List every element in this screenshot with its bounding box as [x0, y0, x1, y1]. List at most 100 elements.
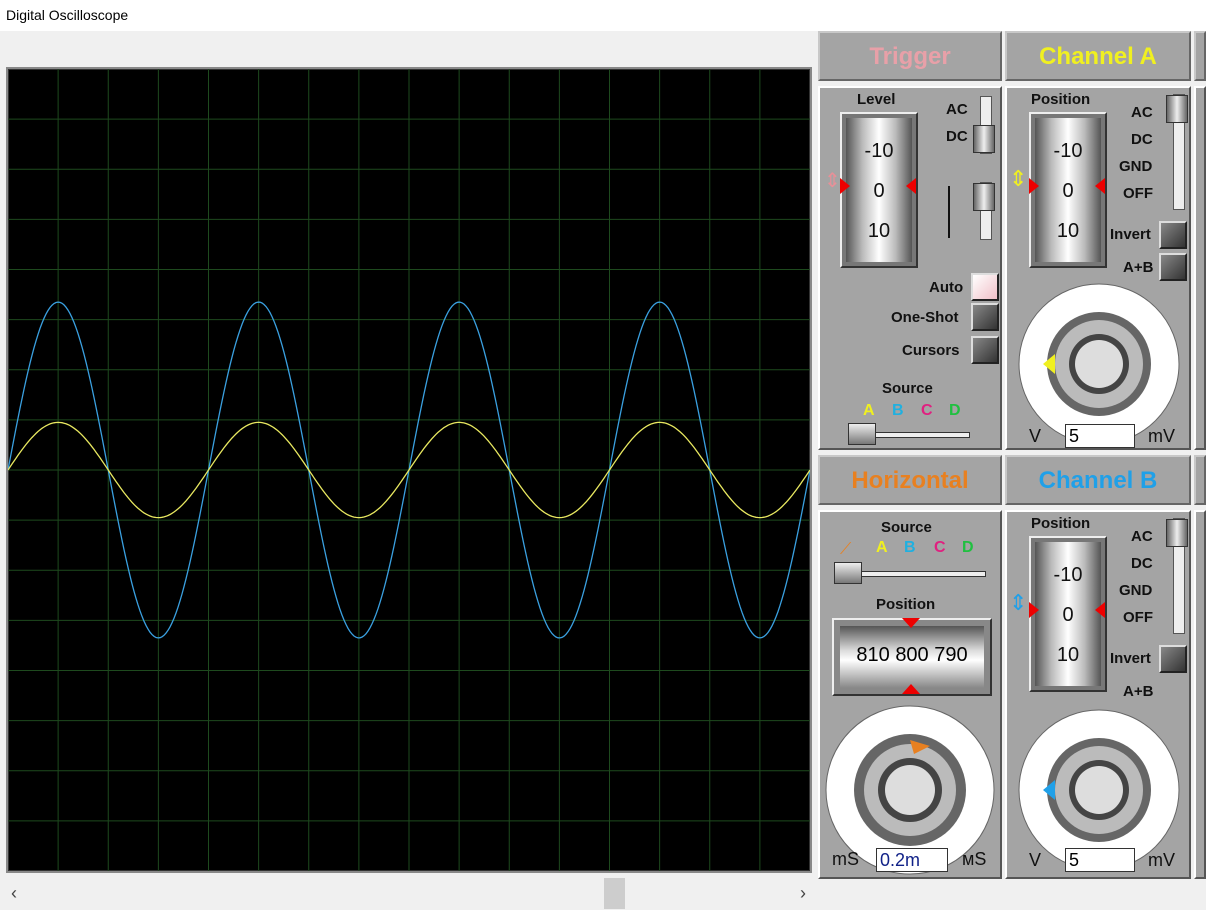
- trigger-auto-label: Auto: [929, 279, 964, 296]
- ruler-marker-top-icon: [902, 618, 920, 628]
- ruler-value-1: 810: [856, 644, 890, 666]
- channel-b-invert-button[interactable]: [1159, 645, 1187, 673]
- channel-a-header: Channel A: [1005, 31, 1191, 81]
- horizontal-source-b: B: [904, 539, 916, 556]
- horizontal-timebase-value[interactable]: 0.2m: [876, 848, 948, 872]
- channel-b-unit-mv: mV: [1148, 850, 1175, 870]
- trigger-source-b: B: [892, 402, 904, 419]
- channel-a-off-label: OFF: [1123, 185, 1153, 202]
- horizontal-source-a: A: [876, 539, 888, 556]
- trigger-source-label: Source: [882, 380, 933, 397]
- trigger-oneshot-button[interactable]: [971, 303, 999, 331]
- channel-b-invert-label: Invert: [1110, 650, 1151, 667]
- channel-b-volts-dial[interactable]: [1011, 698, 1187, 872]
- channel-b-dc-label: DC: [1131, 555, 1153, 572]
- channel-a-tick-1: -10: [1053, 140, 1083, 162]
- channel-c-header-partial: [1194, 31, 1206, 81]
- channel-b-unit-v: V: [1029, 850, 1042, 870]
- channel-a-mode-slider[interactable]: [1166, 94, 1188, 210]
- channel-a-unit-v: V: [1029, 426, 1042, 446]
- channel-b-tick-1: -10: [1053, 564, 1083, 586]
- channel-a-tick-3: 10: [1056, 220, 1080, 242]
- channel-b-arrow-icon: ⇕: [1009, 590, 1028, 615]
- scope-area: ‹ ›: [0, 31, 818, 910]
- trigger-tick-2: 0: [873, 180, 885, 202]
- trigger-source-handle[interactable]: [848, 423, 876, 445]
- channel-a-volts-value[interactable]: 5: [1065, 424, 1135, 448]
- waveform-plot: [8, 69, 810, 871]
- channel-b-mode-slider[interactable]: [1166, 518, 1188, 634]
- channel-b-mode-handle[interactable]: [1166, 519, 1188, 547]
- channel-b-gnd-label: GND: [1119, 582, 1153, 599]
- trigger-edge-slider[interactable]: [973, 182, 995, 240]
- trigger-source-c: C: [921, 402, 933, 419]
- channel-b-volts-value[interactable]: 5: [1065, 848, 1135, 872]
- channel-b-marker-left-icon: [1029, 602, 1039, 618]
- horizontal-unit-us: мS: [962, 849, 987, 869]
- channel-d-panel-partial: [1194, 510, 1206, 879]
- channel-b-position-label: Position: [1031, 515, 1091, 532]
- channel-a-marker-left-icon: [1029, 178, 1039, 194]
- trigger-auto-button[interactable]: [971, 273, 999, 301]
- horizontal-source-c: C: [934, 539, 946, 556]
- trigger-source-d: D: [949, 402, 961, 419]
- channel-a-ac-label: AC: [1131, 104, 1153, 121]
- horizontal-scrollbar[interactable]: ‹ ›: [0, 877, 818, 910]
- channel-a-marker-right-icon: [1095, 178, 1105, 194]
- horizontal-source-d: D: [962, 539, 974, 556]
- channel-a-invert-label: Invert: [1110, 226, 1151, 243]
- trigger-level-arrow-icon: ⇕: [824, 170, 841, 192]
- channel-b-ac-label: AC: [1131, 528, 1153, 545]
- channel-a-unit-mv: mV: [1148, 426, 1175, 446]
- trigger-tick-1: -10: [864, 140, 894, 162]
- ruler-value-2: 800: [895, 644, 929, 666]
- channel-d-header-partial: [1194, 455, 1206, 505]
- scroll-thumb[interactable]: [604, 878, 625, 909]
- channel-c-panel-partial: [1194, 86, 1206, 450]
- channel-b-header: Channel B: [1005, 455, 1191, 505]
- horizontal-source-handle[interactable]: [834, 562, 862, 584]
- trigger-marker-right-icon: [906, 178, 916, 194]
- channel-a-panel: Position -10 0 10 ⇕ AC DC GND OFF Invert A…: [1005, 86, 1191, 450]
- trigger-level-label: Level: [857, 91, 896, 108]
- horizontal-header: Horizontal: [818, 455, 1002, 505]
- trigger-dc-label: DC: [946, 128, 968, 145]
- channel-b-tick-2: 0: [1062, 604, 1074, 626]
- trigger-panel: Level -10 0 10 ⇕ AC DC Auto One-Shot Curso…: [818, 86, 1002, 450]
- window-title: Digital Oscilloscope: [0, 0, 1206, 31]
- trigger-oneshot-label: One-Shot: [891, 309, 959, 326]
- trigger-marker-left-icon: [840, 178, 850, 194]
- ruler-value-3: 790: [934, 644, 968, 666]
- channel-a-gnd-label: GND: [1119, 158, 1153, 175]
- channel-b-marker-right-icon: [1095, 602, 1105, 618]
- channel-a-arrow-icon: ⇕: [1009, 166, 1028, 191]
- trigger-coupling-handle[interactable]: [973, 125, 995, 153]
- trigger-ac-label: AC: [946, 101, 968, 118]
- horizontal-ramp-icon: ⟋: [840, 541, 852, 558]
- channel-a-volts-dial[interactable]: [1011, 274, 1187, 448]
- horizontal-position-label: Position: [876, 596, 936, 613]
- trigger-cursors-label: Cursors: [902, 342, 960, 359]
- trigger-edge-icon: [948, 186, 966, 238]
- channel-b-tick-3: 10: [1056, 644, 1080, 666]
- horizontal-source-label: Source: [881, 519, 932, 536]
- channel-a-dc-label: DC: [1131, 131, 1153, 148]
- channel-a-invert-button[interactable]: [1159, 221, 1187, 249]
- trigger-header: Trigger: [818, 31, 1002, 81]
- scroll-left-icon[interactable]: ‹: [4, 883, 24, 904]
- channel-b-panel: Position -10 0 10 ⇕ AC DC GND OFF Invert A…: [1005, 510, 1191, 879]
- ruler-marker-bottom-icon: [902, 684, 920, 694]
- channel-a-tick-2: 0: [1062, 180, 1074, 202]
- scroll-right-icon[interactable]: ›: [793, 883, 813, 904]
- horizontal-panel: Source ⟋ A B C D Position 810 800 790 mS…: [818, 510, 1002, 879]
- trigger-coupling-slider[interactable]: [973, 96, 995, 154]
- horizontal-unit-ms: mS: [832, 849, 859, 869]
- trigger-edge-handle[interactable]: [973, 183, 995, 211]
- channel-a-mode-handle[interactable]: [1166, 95, 1188, 123]
- scope-screen[interactable]: [6, 67, 812, 873]
- channel-b-off-label: OFF: [1123, 609, 1153, 626]
- trigger-cursors-button[interactable]: [971, 336, 999, 364]
- trigger-tick-3: 10: [867, 220, 891, 242]
- channel-a-position-label: Position: [1031, 91, 1091, 108]
- trigger-source-a: A: [863, 402, 875, 419]
